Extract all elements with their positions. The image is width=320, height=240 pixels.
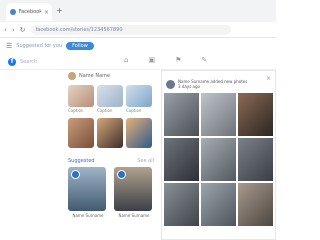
browser-tab-strip: Facebook × +: [0, 0, 276, 22]
card-label: Name Surname: [72, 213, 104, 218]
photo-grid: [162, 91, 275, 228]
badge-icon: [117, 170, 126, 179]
story-panel: Name Name Caption Caption Caption Sugges…: [68, 70, 158, 240]
story-caption: Caption: [68, 108, 84, 113]
grid-photo[interactable]: [164, 183, 199, 226]
user-name[interactable]: Name Name: [79, 73, 110, 79]
story-caption: Caption: [126, 108, 142, 113]
post-panel: × Name Surname added new photos 3 days a…: [161, 70, 276, 240]
facebook-logo[interactable]: f: [8, 57, 16, 66]
poster-avatar[interactable]: [166, 79, 175, 89]
badge-icon: [71, 170, 80, 179]
card-label: Name Surname: [118, 213, 150, 218]
section-title: Suggested: [68, 158, 95, 164]
see-all-link[interactable]: See all: [137, 158, 154, 164]
new-tab-button[interactable]: +: [56, 6, 63, 15]
section-header: Suggested See all: [68, 158, 154, 164]
tab-close-icon[interactable]: ×: [44, 9, 49, 16]
story-thumb[interactable]: [97, 85, 123, 107]
app-header: f Search ⌂ ▣ ⚑ ✎: [0, 54, 276, 70]
story-thumb[interactable]: [68, 85, 94, 107]
grid-photo[interactable]: [238, 93, 273, 136]
toolbar-text: Suggested for you: [16, 43, 63, 49]
tab-title: Facebook: [18, 9, 41, 15]
forward-icon[interactable]: ›: [12, 26, 15, 34]
home-icon[interactable]: ⌂: [124, 56, 128, 64]
suggested-card[interactable]: [68, 167, 106, 211]
grid-photo[interactable]: [201, 183, 236, 226]
photo-thumb[interactable]: [97, 118, 123, 148]
watch-icon[interactable]: ▣: [148, 56, 155, 64]
search-input[interactable]: Search: [20, 59, 37, 65]
reload-icon[interactable]: ↻: [20, 26, 26, 34]
photo-thumb[interactable]: [126, 118, 152, 148]
facebook-favicon-icon: [10, 9, 16, 15]
top-toolbar: ☰ Suggested for you Follow: [0, 39, 276, 53]
pages-icon[interactable]: ⚑: [175, 56, 181, 64]
suggested-card[interactable]: [114, 167, 152, 211]
grid-photo[interactable]: [164, 93, 199, 136]
grid-photo[interactable]: [201, 93, 236, 136]
post-timestamp: 3 days ago: [178, 84, 200, 89]
story-thumb[interactable]: [126, 85, 152, 107]
story-caption: Caption: [97, 108, 113, 113]
back-icon[interactable]: ‹: [4, 26, 7, 34]
grid-photo[interactable]: [238, 183, 273, 226]
grid-photo[interactable]: [164, 138, 199, 181]
avatar[interactable]: [68, 72, 76, 80]
address-bar[interactable]: facebook.com/stories/1234567890: [30, 24, 231, 35]
url-text: facebook.com/stories/1234567890: [35, 26, 123, 33]
browser-tab[interactable]: Facebook ×: [6, 3, 52, 21]
browser-nav-bar: ‹ › ↻ facebook.com/stories/1234567890: [0, 22, 276, 38]
photo-thumb[interactable]: [68, 118, 94, 148]
grid-photo[interactable]: [201, 138, 236, 181]
header-nav-icons: ⌂ ▣ ⚑ ✎: [124, 56, 207, 64]
menu-icon[interactable]: ☰: [6, 42, 12, 50]
follow-button[interactable]: Follow: [66, 42, 94, 50]
grid-photo[interactable]: [238, 138, 273, 181]
create-icon[interactable]: ✎: [201, 56, 207, 64]
